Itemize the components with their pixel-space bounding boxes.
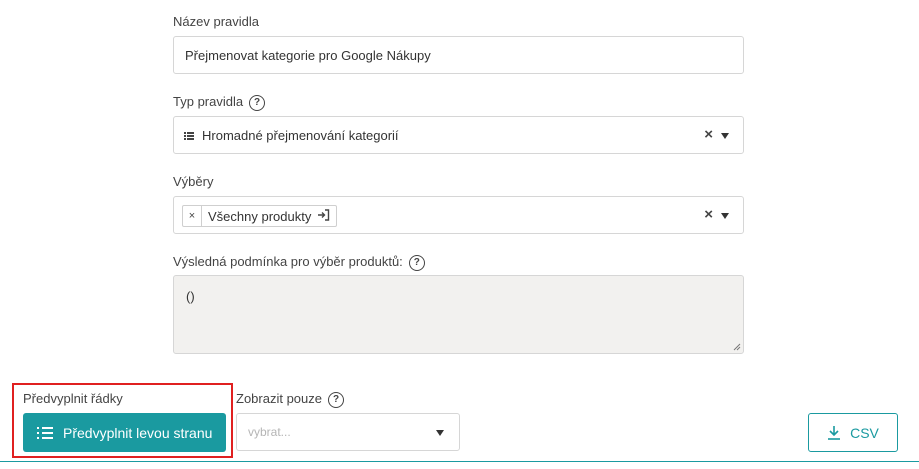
condition-textarea[interactable]: () — [173, 275, 744, 354]
help-icon[interactable]: ? — [328, 391, 344, 408]
sign-in-icon[interactable] — [317, 208, 336, 224]
condition-value: () — [186, 289, 195, 304]
selections-select[interactable]: × Všechny produkty × — [173, 196, 744, 234]
clear-icon[interactable]: × — [704, 126, 713, 143]
prefill-button-label: Předvyplnit levou stranu — [63, 424, 213, 441]
selection-chip: × Všechny produkty — [182, 205, 338, 227]
show-only-label: Zobrazit pouze? — [236, 391, 344, 408]
chevron-down-icon[interactable] — [436, 430, 444, 436]
csv-export-button[interactable]: CSV — [808, 413, 898, 452]
selections-label: Výběry — [173, 174, 214, 189]
download-icon — [827, 425, 841, 440]
chevron-down-icon[interactable] — [721, 213, 729, 219]
rule-name-value: Přejmenovat kategorie pro Google Nákupy — [185, 48, 431, 63]
prefill-left-side-button[interactable]: Předvyplnit levou stranu — [23, 413, 226, 452]
rule-type-value: Hromadné přejmenování kategorií — [202, 128, 399, 143]
rule-name-field[interactable]: Přejmenovat kategorie pro Google Nákupy — [173, 36, 744, 74]
chip-remove-icon[interactable]: × — [183, 206, 202, 226]
help-icon[interactable]: ? — [408, 254, 425, 271]
prefill-label: Předvyplnit řádky — [23, 391, 123, 406]
divider — [0, 461, 919, 462]
condition-label: Výsledná podmínka pro výběr produktů:? — [173, 254, 425, 271]
csv-label: CSV — [850, 424, 879, 441]
rule-type-label: Typ pravidla? — [173, 94, 266, 111]
chip-label: Všechny produkty — [208, 208, 312, 224]
chevron-down-icon[interactable] — [721, 133, 729, 139]
rule-name-label: Název pravidla — [173, 14, 259, 29]
list-icon — [184, 132, 194, 140]
clear-icon[interactable]: × — [704, 206, 713, 223]
rule-type-label-text: Typ pravidla — [173, 94, 244, 109]
show-only-label-text: Zobrazit pouze — [236, 391, 322, 406]
show-only-select[interactable]: vybrat... — [236, 413, 460, 451]
list-icon — [37, 426, 53, 439]
rule-type-select[interactable]: Hromadné přejmenování kategorií × — [173, 116, 744, 154]
condition-label-text: Výsledná podmínka pro výběr produktů: — [173, 254, 403, 269]
help-icon[interactable]: ? — [249, 94, 266, 111]
show-only-placeholder: vybrat... — [248, 425, 291, 439]
resize-handle-icon[interactable] — [733, 343, 741, 351]
